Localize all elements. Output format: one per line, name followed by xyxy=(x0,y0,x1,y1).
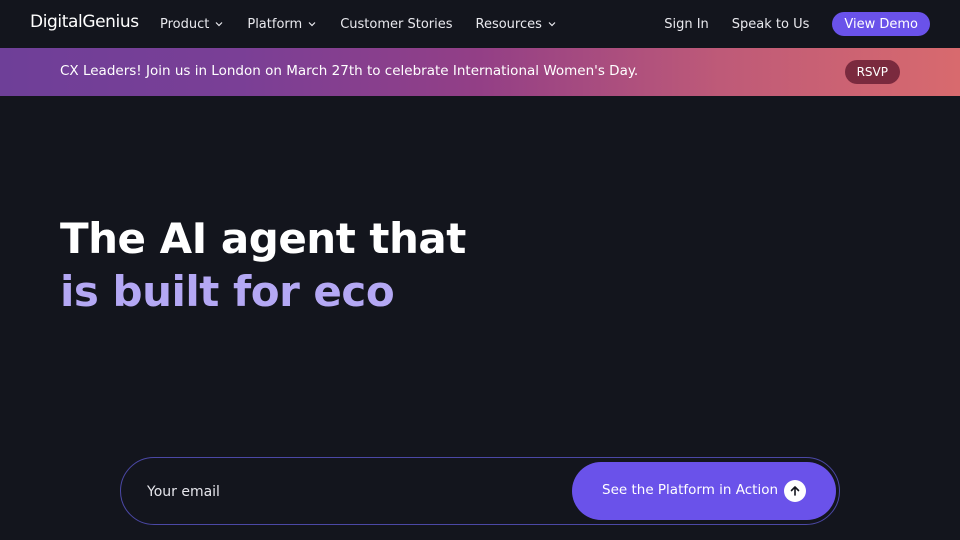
nav-item-label: Customer Stories xyxy=(340,16,453,32)
see-platform-button-label: See the Platform in Action xyxy=(602,482,779,498)
nav-item-label: Product xyxy=(160,16,210,32)
nav-item-customer-stories[interactable]: Customer Stories xyxy=(340,17,452,32)
logo[interactable]: DigitalGenius xyxy=(30,12,139,32)
nav-item-label: Resources xyxy=(475,16,542,32)
hero-heading-line1: The AI agent that xyxy=(60,214,466,263)
chevron-down-icon xyxy=(308,22,316,27)
nav-actions: Sign In Speak to Us View Demo xyxy=(664,0,930,48)
chevron-down-icon xyxy=(548,22,556,27)
nav-item-resources[interactable]: Resources xyxy=(476,17,557,32)
email-input[interactable] xyxy=(147,480,547,504)
nav-links: Product Platform Customer Stories Resour… xyxy=(160,0,580,48)
speak-to-us-link[interactable]: Speak to Us xyxy=(732,17,810,32)
top-nav: DigitalGenius Product Platform Customer … xyxy=(0,0,960,48)
email-signup-form: See the Platform in Action xyxy=(120,457,840,525)
nav-item-platform[interactable]: Platform xyxy=(247,17,317,32)
rsvp-button[interactable]: RSVP xyxy=(844,60,900,84)
nav-item-product[interactable]: Product xyxy=(160,17,224,32)
arrow-up-icon xyxy=(784,480,806,502)
announcement-banner: CX Leaders! Join us in London on March 2… xyxy=(0,48,960,96)
banner-text: CX Leaders! Join us in London on March 2… xyxy=(60,63,639,79)
chevron-down-icon xyxy=(215,22,223,27)
view-demo-button[interactable]: View Demo xyxy=(832,12,930,36)
hero-heading-line2: is built for eco xyxy=(60,267,395,316)
sign-in-link[interactable]: Sign In xyxy=(664,17,709,32)
nav-item-label: Platform xyxy=(247,16,303,32)
page: DigitalGenius Product Platform Customer … xyxy=(0,0,960,540)
see-platform-button[interactable]: See the Platform in Action xyxy=(572,462,836,520)
